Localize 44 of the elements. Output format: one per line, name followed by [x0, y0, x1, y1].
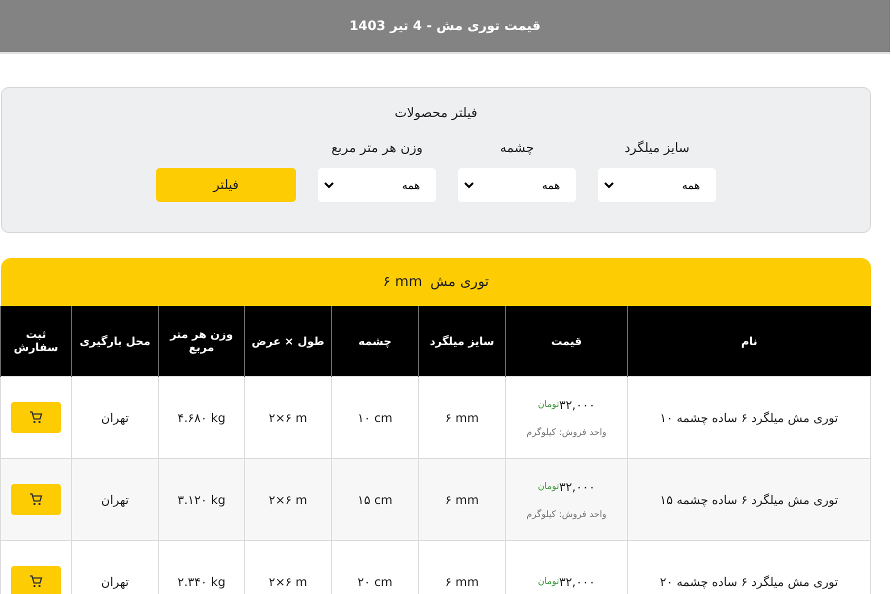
column-header: ثبت سفارش	[0, 306, 72, 376]
cart-icon	[29, 493, 43, 506]
column-header: نام	[628, 306, 870, 376]
currency-text: تومان	[538, 482, 560, 492]
select-dropdown[interactable]: همه	[598, 168, 716, 202]
table-size: ۶ mm	[383, 274, 422, 290]
sales-unit-text: واحد فروش: کیلوگرم	[526, 510, 608, 520]
table-cell: توری مش میلگرد ۶ ساده چشمه ۱۰	[628, 376, 870, 458]
price-text: ۳۲,۰۰۰	[559, 398, 596, 412]
price-text: ۳۲,۰۰۰	[559, 574, 596, 588]
sales-unit-text: واحد فروش: کیلوگرم	[526, 428, 608, 438]
add-to-cart-button[interactable]	[11, 566, 61, 594]
filter-label: وزن هر متر مربع	[331, 141, 423, 156]
table-cell: توری مش میلگرد ۶ ساده چشمه ۲۰	[628, 540, 870, 594]
chevron-down-icon	[604, 182, 614, 188]
currency-text: تومان	[538, 576, 560, 586]
filter-label: سایز میلگرد	[624, 141, 690, 156]
table-cell: توری مش میلگرد ۶ ساده چشمه ۱۵	[628, 458, 870, 540]
page-title: قیمت توری مش - 4 تیر 1403	[349, 18, 541, 34]
column-header: طول × عرض	[244, 306, 332, 376]
add-to-cart-button[interactable]	[11, 402, 61, 433]
select-dropdown[interactable]: همه	[318, 168, 436, 202]
filter-button[interactable]: فیلتر	[156, 168, 296, 202]
table-cell: ۶ mm	[418, 458, 506, 540]
column-header: وزن هر متر مربع	[158, 306, 244, 376]
price-text: ۳۲,۰۰۰	[559, 480, 596, 494]
table-cell: ۲×۶ m	[244, 458, 332, 540]
select-dropdown[interactable]: همه	[458, 168, 576, 202]
currency-text: تومان	[538, 400, 560, 410]
column-header: سایز میلگرد	[418, 306, 506, 376]
filter-label: چشمه	[500, 141, 534, 156]
column-header: چشمه	[332, 306, 418, 376]
table-cell: ۱۵ cm	[332, 458, 418, 540]
table-cell: ۳.۱۲۰ kg	[158, 458, 244, 540]
table-title: توری مش	[430, 274, 489, 290]
filter-title: فیلتر محصولات	[394, 106, 478, 121]
cart-icon	[29, 411, 43, 424]
cart-icon	[29, 575, 43, 588]
chevron-down-icon	[464, 182, 474, 188]
chevron-down-icon	[324, 182, 334, 188]
table-cell: تهران	[72, 458, 158, 540]
column-header: محل بارگیری	[72, 306, 158, 376]
column-header: قیمت	[506, 306, 628, 376]
add-to-cart-button[interactable]	[11, 484, 61, 515]
